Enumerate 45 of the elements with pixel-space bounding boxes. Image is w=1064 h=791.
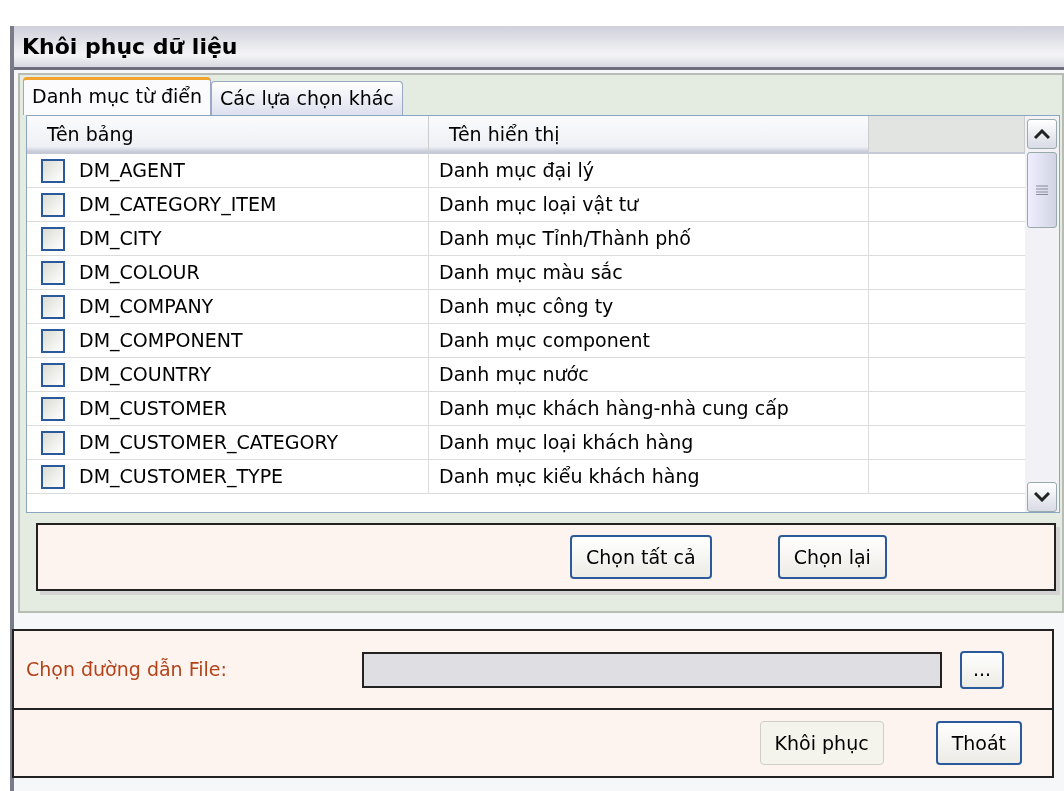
checkbox[interactable] xyxy=(41,226,65,251)
scroll-down-icon[interactable] xyxy=(1027,482,1057,512)
table-cell-text: DM_CATEGORY_ITEM xyxy=(79,192,277,218)
table-cell-text: DM_COUNTRY xyxy=(79,362,212,388)
table-cell-text: DM_COMPANY xyxy=(79,294,214,320)
checkbox[interactable] xyxy=(41,158,65,183)
scroll-up-icon[interactable] xyxy=(1027,119,1057,149)
scrollbar[interactable] xyxy=(1025,116,1059,512)
checkbox[interactable] xyxy=(41,294,65,319)
table-cell-text: Danh mục kiểu khách hàng xyxy=(439,464,700,490)
window-title: Khôi phục dữ liệu xyxy=(14,26,1064,70)
table-cell-text: Danh mục component xyxy=(439,328,650,354)
checkbox[interactable] xyxy=(41,328,65,353)
table-cell-text: DM_CUSTOMER xyxy=(79,396,227,422)
table-cell-text: Danh mục loại vật tư xyxy=(439,192,639,218)
file-path-label: Chọn đường dẫn File: xyxy=(26,657,228,683)
file-path-field[interactable] xyxy=(362,651,942,688)
table-cell-text: DM_COLOUR xyxy=(79,260,200,286)
column-header[interactable]: Tên bảng xyxy=(47,119,134,149)
table-cell-text: Danh mục loại khách hàng xyxy=(439,430,694,456)
select-button[interactable]: Chọn lại xyxy=(777,535,887,579)
checkbox[interactable] xyxy=(41,192,65,217)
table-cell-text: DM_AGENT xyxy=(79,158,185,184)
table-cell-text: Danh mục Tỉnh/Thành phố xyxy=(439,226,691,252)
scroll-thumb[interactable] xyxy=(1027,152,1057,228)
table-cell-text: Danh mục nước xyxy=(439,362,589,388)
checkbox[interactable] xyxy=(41,362,65,387)
checkbox[interactable] xyxy=(41,464,65,489)
table-cell-text: DM_COMPONENT xyxy=(79,328,243,354)
tab[interactable]: Danh mục từ điển xyxy=(23,77,212,115)
select-button[interactable]: Chọn tất cả xyxy=(570,535,712,579)
table-cell-text: DM_CUSTOMER_TYPE xyxy=(79,464,284,490)
table-cell-text: DM_CITY xyxy=(79,226,162,252)
checkbox[interactable] xyxy=(41,396,65,421)
checkbox[interactable] xyxy=(41,260,65,285)
column-header[interactable]: Tên hiển thị xyxy=(449,119,560,149)
action-button[interactable]: Thoát xyxy=(935,721,1022,765)
table-cell-text: Danh mục khách hàng-nhà cung cấp xyxy=(439,396,789,422)
browse-button[interactable]: ... xyxy=(960,650,1004,689)
tab[interactable]: Các lựa chọn khác xyxy=(211,81,403,115)
checkbox[interactable] xyxy=(41,430,65,455)
table-cell-text: Danh mục công ty xyxy=(439,294,614,320)
table-cell-text: Danh mục màu sắc xyxy=(439,260,623,286)
table-cell-text: Danh mục đại lý xyxy=(439,158,594,184)
table-cell-text: DM_CUSTOMER_CATEGORY xyxy=(79,430,339,456)
